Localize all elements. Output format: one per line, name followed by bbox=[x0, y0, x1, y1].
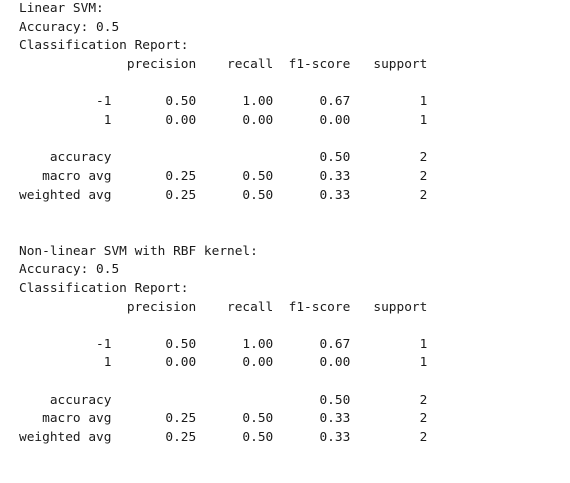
output-line: Linear SVM: bbox=[19, 1, 104, 16]
output-line: Accuracy: 0.5 bbox=[19, 262, 120, 278]
output-line: weighted avg 0.25 0.50 0.33 2 bbox=[19, 430, 428, 446]
output-line: Classification Report: bbox=[19, 38, 189, 54]
output-line: Classification Report: bbox=[19, 280, 189, 296]
output-line: 1 0.00 0.00 0.00 1 bbox=[19, 112, 428, 128]
output-line: weighted avg 0.25 0.50 0.33 2 bbox=[19, 187, 428, 203]
output-line: Accuracy: 0.5 bbox=[19, 19, 120, 35]
console-output: Linear SVM: Accuracy: 0.5 Classification R… bbox=[19, 0, 427, 448]
output-line: accuracy 0.50 2 bbox=[19, 150, 428, 166]
output-line: accuracy 0.50 2 bbox=[19, 392, 428, 408]
output-line: macro avg 0.25 0.50 0.33 2 bbox=[19, 168, 428, 184]
output-line: Non-linear SVM with RBF kernel: bbox=[19, 243, 258, 259]
output-line: 1 0.00 0.00 0.00 1 bbox=[19, 355, 428, 371]
output-line: macro avg 0.25 0.50 0.33 2 bbox=[19, 411, 428, 427]
output-line: precision recall f1-score support bbox=[19, 56, 428, 72]
output-line: precision recall f1-score support bbox=[19, 299, 428, 315]
output-line: -1 0.50 1.00 0.67 1 bbox=[19, 336, 428, 352]
output-line: -1 0.50 1.00 0.67 1 bbox=[19, 94, 428, 110]
